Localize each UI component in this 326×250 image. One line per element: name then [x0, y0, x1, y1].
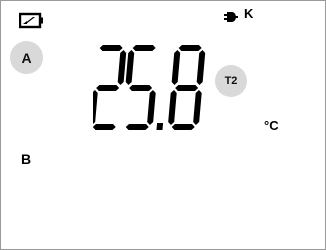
b-label: B	[21, 151, 32, 167]
plug-icon	[224, 12, 238, 22]
digit-5	[125, 45, 156, 130]
digit-2	[93, 45, 127, 130]
reading-display	[93, 45, 206, 130]
battery-icon	[19, 12, 43, 29]
digit-8	[168, 45, 206, 130]
plug-label: K	[244, 6, 254, 21]
decimal-point	[156, 123, 164, 130]
unit-label: °C	[264, 118, 279, 133]
lcd-screen: K A T2 °C B	[0, 0, 326, 250]
t2-button[interactable]: T2	[215, 65, 247, 97]
a-button[interactable]: A	[10, 41, 43, 74]
